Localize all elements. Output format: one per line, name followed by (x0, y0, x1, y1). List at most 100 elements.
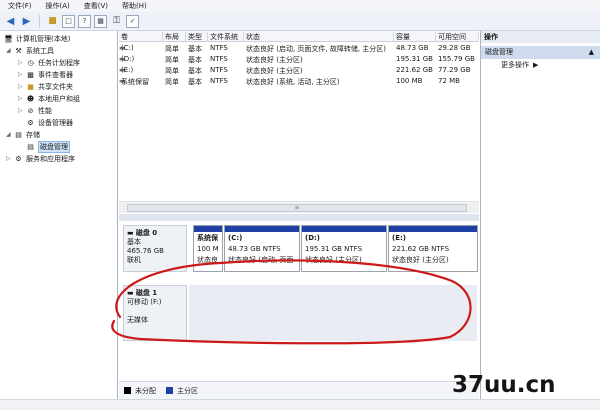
partition-status: 状态良好 (主分区) (392, 256, 449, 264)
col-free-space[interactable]: 可用空间 (436, 32, 479, 42)
disk0-label[interactable]: ▬ 磁盘 0 基本 465.76 GB 联机 (123, 225, 187, 272)
disk1-type: 可移动 (F:) (127, 298, 162, 306)
shared-folder-icon: ■ (27, 82, 34, 91)
tree-disk-management-label: 磁盘管理 (38, 140, 70, 153)
expand-arrow-icon[interactable]: ▷ (18, 71, 26, 78)
tree-disk-management[interactable]: ▤ 磁盘管理 (26, 140, 70, 153)
col-filesystem[interactable]: 文件系统 (208, 32, 244, 42)
removable-disk-icon: ▬ (127, 289, 134, 297)
volume-cell-free: 77.29 GB (438, 66, 471, 74)
partition-size: 221.62 GB NTFS (392, 245, 450, 253)
submenu-arrow-icon: ▶ (533, 61, 539, 69)
check-icon[interactable]: ✓ (126, 14, 139, 28)
volume-cell-vol: (E:) (121, 66, 134, 74)
col-capacity[interactable]: 容量 (394, 32, 436, 42)
more-actions-label: 更多操作 (501, 61, 529, 69)
partition-d[interactable]: (D:) 195.31 GB NTFS 状态良好 (主分区) (301, 225, 387, 272)
help-icon[interactable]: ? (78, 14, 91, 28)
scrollbar-thumb[interactable]: ≡ (127, 204, 467, 212)
tree-device-manager-label: 设备管理器 (38, 118, 73, 127)
device-manager-icon: ⚙ (27, 118, 34, 127)
tree-services-apps-label: 服务和应用程序 (26, 154, 75, 163)
pane-splitter[interactable] (119, 214, 479, 221)
disk0-state: 联机 (127, 256, 141, 264)
tree-task-scheduler[interactable]: ▷ ◷ 任务计划程序 (18, 57, 80, 68)
volume-cell-layout: 简单 (165, 45, 179, 53)
volume-row[interactable]: ▬ (E:) 简单 基本 NTFS 状态良好 (主分区) 221.62 GB 77.29 G… (119, 66, 479, 76)
tree-system-tools[interactable]: ◢ ⚒ 系统工具 (6, 45, 54, 56)
expand-arrow-icon[interactable]: ▷ (6, 155, 14, 162)
tree-local-users-label: 本地用户和组 (38, 94, 80, 103)
disk-view: ▬ 磁盘 0 基本 465.76 GB 联机 系统保 100 M 状态良 (C:… (119, 221, 479, 381)
folder-up-icon[interactable]: ■ (46, 15, 59, 28)
volume-cell-status: 状态良好 (启动, 页面文件, 故障转储, 主分区) (246, 45, 387, 53)
toolbar-separator (39, 14, 40, 28)
tree-shared-folders[interactable]: ▷ ■ 共享文件夹 (18, 81, 73, 92)
volume-cell-fs: NTFS (210, 77, 228, 85)
collapse-arrow-icon[interactable]: ◢ (6, 47, 14, 54)
legend-swatch-primary (166, 387, 173, 394)
volume-cell-status: 状态良好 (系统, 活动, 主分区) (246, 78, 340, 86)
col-type[interactable]: 类型 (186, 32, 208, 42)
volume-row[interactable]: ▬ (D:) 简单 基本 NTFS 状态良好 (主分区) 195.31 GB 155.79 … (119, 55, 479, 65)
partition-title: 系统保 (197, 234, 218, 242)
volume-row[interactable]: ▬ (C:) 简单 基本 NTFS 状态良好 (启动, 页面文件, 故障转储, 主分区)… (119, 44, 479, 54)
menu-help[interactable]: 帮助(H) (122, 1, 147, 11)
horizontal-scrollbar[interactable]: ≡ (119, 201, 479, 213)
partition-title: (D:) (305, 234, 321, 242)
tree-root[interactable]: 🖥 计算机管理(本地) (4, 33, 70, 44)
key-icon[interactable]: ⚿ (110, 15, 123, 28)
navigation-tree: 🖥 计算机管理(本地) ◢ ⚒ 系统工具 ▷ ◷ 任务计划程序 ▷ ▩ 事件查看… (0, 31, 118, 399)
tree-storage[interactable]: ◢ ▤ 存储 (6, 129, 40, 140)
volume-cell-capacity: 100 MB (396, 77, 423, 85)
collapse-up-icon[interactable]: ▲ (589, 46, 594, 59)
disk1-empty-area (189, 285, 477, 341)
volume-cell-capacity: 195.31 GB (396, 55, 433, 63)
volume-list: 卷 布局 类型 文件系统 状态 容量 可用空间 ▬ (C:) 简单 基本 NTFS 状态… (119, 31, 479, 214)
volume-cell-layout: 简单 (165, 56, 179, 64)
tree-event-viewer[interactable]: ▷ ▩ 事件查看器 (18, 69, 73, 80)
volume-cell-layout: 简单 (165, 78, 179, 86)
tree-performance[interactable]: ▷ ⊘ 性能 (18, 105, 52, 116)
menu-action[interactable]: 操作(A) (46, 1, 70, 11)
disk1-label[interactable]: ▬ 磁盘 1 可移动 (F:) 无媒体 (123, 285, 187, 341)
event-log-icon: ▩ (27, 70, 34, 79)
expand-arrow-icon[interactable]: ▷ (18, 95, 26, 102)
col-status[interactable]: 状态 (244, 32, 394, 42)
volume-row[interactable]: ▬ 系统保留 简单 基本 NTFS 状态良好 (系统, 活动, 主分区) 100 MB 72… (119, 77, 479, 87)
actions-section-label: 磁盘管理 (485, 48, 513, 56)
col-layout[interactable]: 布局 (163, 32, 186, 42)
col-volume[interactable]: 卷 (119, 32, 163, 42)
volume-cell-vol: 系统保留 (121, 78, 149, 86)
menu-file[interactable]: 文件(F) (8, 1, 32, 11)
tree-task-scheduler-label: 任务计划程序 (38, 58, 80, 67)
disk0-size: 465.76 GB (127, 247, 164, 255)
tree-device-manager[interactable]: ⚙ 设备管理器 (26, 117, 73, 128)
computer-icon: 🖥 (4, 34, 13, 43)
expand-arrow-icon[interactable]: ▷ (18, 107, 26, 114)
tree-local-users[interactable]: ▷ ☻ 本地用户和组 (18, 93, 80, 104)
forward-arrow-icon[interactable]: ▶ (20, 15, 33, 28)
partition-c[interactable]: (C:) 48.73 GB NTFS 状态良好 (启动, 页面 (224, 225, 300, 272)
menu-bar: 文件(F) 操作(A) 查看(V) 帮助(H) (0, 0, 600, 12)
partition-system-reserved[interactable]: 系统保 100 M 状态良 (193, 225, 223, 272)
volume-cell-fs: NTFS (210, 66, 228, 74)
expand-arrow-icon[interactable]: ▷ (18, 59, 26, 66)
partition-status: 状态良好 (启动, 页面 (228, 256, 294, 264)
partition-e[interactable]: (E:) 221.62 GB NTFS 状态良好 (主分区) (388, 225, 478, 272)
actions-pane: 操作 磁盘管理 ▲ 更多操作 ▶ (480, 31, 600, 399)
collapse-arrow-icon[interactable]: ◢ (6, 131, 14, 138)
expand-arrow-icon[interactable]: ▷ (18, 83, 26, 90)
tree-services-apps[interactable]: ▷ ⚙ 服务和应用程序 (6, 153, 75, 164)
properties2-icon[interactable]: ▦ (94, 14, 107, 28)
partition-size: 195.31 GB NTFS (305, 245, 363, 253)
back-arrow-icon[interactable]: ◀ (4, 15, 17, 28)
menu-view[interactable]: 查看(V) (84, 1, 108, 11)
actions-section-disk-management[interactable]: 磁盘管理 ▲ (481, 46, 600, 59)
more-actions[interactable]: 更多操作 ▶ (481, 59, 600, 72)
properties-icon[interactable]: □ (62, 14, 75, 28)
volume-cell-type: 基本 (188, 45, 202, 53)
partition-status: 状态良好 (主分区) (305, 256, 362, 264)
toolbar: ◀ ▶ ■ □ ? ▦ ⚿ ✓ (0, 12, 600, 31)
disk0-type: 基本 (127, 238, 141, 246)
